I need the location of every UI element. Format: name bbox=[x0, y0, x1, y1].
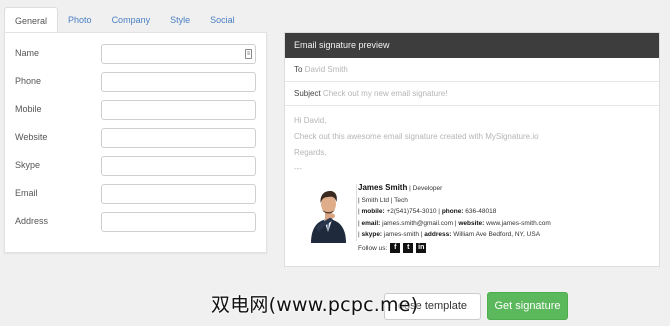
signature-company: | Smith Ltd | Tech bbox=[358, 196, 408, 204]
linkedin-icon[interactable]: in bbox=[416, 243, 427, 253]
body-regards: Regards, bbox=[294, 148, 327, 157]
website-label: Website bbox=[15, 132, 48, 142]
facebook-icon[interactable]: f bbox=[390, 243, 401, 253]
phone-key: phone: bbox=[441, 208, 464, 215]
skype-label: Skype bbox=[15, 160, 41, 170]
tab-social[interactable]: Social bbox=[200, 7, 245, 33]
website-key: website: bbox=[458, 219, 485, 227]
body-separator: --- bbox=[294, 164, 302, 173]
address-label: Address bbox=[15, 216, 49, 226]
social-links: Follow us: f t in bbox=[358, 243, 427, 253]
contact-card-icon[interactable]: ≡ bbox=[245, 49, 252, 59]
tab-company[interactable]: Company bbox=[102, 7, 161, 33]
mobile-label: Mobile bbox=[15, 104, 42, 114]
get-signature-button[interactable]: Get signature bbox=[487, 292, 568, 320]
signature-email: james.smith@gmail.com bbox=[382, 219, 453, 227]
signature-title: | Developer bbox=[409, 185, 443, 192]
preview-subject-row: Subject Check out my new email signature… bbox=[285, 82, 659, 106]
skype-input[interactable] bbox=[101, 156, 256, 176]
tab-style[interactable]: Style bbox=[160, 7, 200, 33]
follow-label: Follow us: bbox=[358, 244, 388, 252]
tab-photo[interactable]: Photo bbox=[58, 7, 102, 33]
signature-phone: 636-48018 bbox=[465, 208, 497, 215]
subject-label: Subject bbox=[294, 89, 321, 98]
address-input[interactable] bbox=[101, 212, 256, 232]
form-row-name: Name ≡ bbox=[15, 44, 260, 64]
email-signature: James Smith | Developer | Smith Ltd | Te… bbox=[305, 182, 645, 257]
tab-general[interactable]: General bbox=[4, 7, 59, 33]
email-key: email: bbox=[361, 219, 381, 227]
form-row-skype: Skype bbox=[15, 156, 260, 176]
form-row-mobile: Mobile bbox=[15, 100, 260, 120]
phone-label: Phone bbox=[15, 76, 42, 86]
body-message: Check out this awesome email signature c… bbox=[294, 132, 539, 141]
to-value: David Smith bbox=[304, 65, 348, 74]
form-row-address: Address bbox=[15, 212, 260, 232]
twitter-icon[interactable]: t bbox=[403, 243, 414, 253]
form-row-email: Email bbox=[15, 184, 260, 204]
skype-key: skype: bbox=[361, 231, 383, 238]
name-label: Name bbox=[15, 48, 40, 58]
subject-value: Check out my new email signature! bbox=[322, 89, 448, 98]
tab-bar: General Photo Company Style Social bbox=[4, 7, 245, 33]
signature-website: www.james-smith.com bbox=[486, 219, 551, 227]
address-key: address: bbox=[424, 231, 452, 238]
signature-divider bbox=[356, 184, 357, 241]
mobile-input[interactable] bbox=[101, 100, 256, 120]
email-preview-panel: Email signature preview To David Smith S… bbox=[284, 32, 660, 267]
form-row-website: Website bbox=[15, 128, 260, 148]
signature-mobile: +2(541)754-3010 bbox=[386, 208, 437, 215]
email-body: Hi David, Check out this awesome email s… bbox=[294, 113, 539, 177]
to-label: To bbox=[294, 65, 303, 74]
signature-name: James Smith bbox=[358, 183, 408, 192]
body-greeting: Hi David, bbox=[294, 116, 327, 125]
signature-address: William Ave Bedford, NY, USA bbox=[453, 231, 541, 238]
phone-input[interactable] bbox=[101, 72, 256, 92]
preview-to-row: To David Smith bbox=[285, 58, 659, 82]
email-input[interactable] bbox=[101, 184, 256, 204]
email-label: Email bbox=[15, 188, 38, 198]
website-input[interactable] bbox=[101, 128, 256, 148]
form-row-phone: Phone bbox=[15, 72, 260, 92]
avatar bbox=[305, 182, 352, 243]
signature-skype: james-smith bbox=[383, 231, 419, 238]
mobile-key: mobile: bbox=[361, 208, 385, 215]
signature-details: James Smith | Developer | Smith Ltd | Te… bbox=[358, 183, 551, 238]
name-input[interactable] bbox=[101, 44, 256, 64]
watermark-text: 双电网(www.pcpc.me) bbox=[211, 294, 419, 316]
general-form-panel: Name ≡ Phone Mobile Website Skype Email … bbox=[4, 32, 267, 253]
preview-header: Email signature preview bbox=[285, 33, 659, 58]
